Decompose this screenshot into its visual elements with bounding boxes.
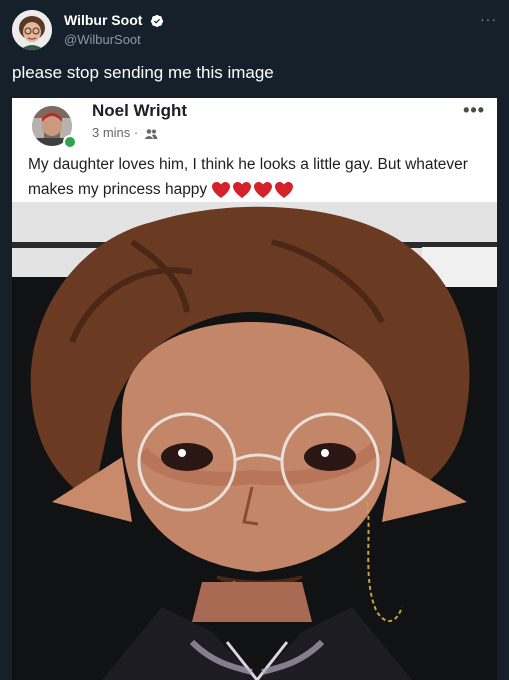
character-drawing [12, 202, 497, 680]
verified-badge-icon [150, 14, 163, 27]
fb-author-name: Noel Wright [92, 101, 188, 120]
avatar[interactable] [12, 10, 52, 50]
tweet-text: please stop sending me this image [12, 63, 274, 82]
display-name[interactable]: Wilbur Soot [64, 12, 142, 29]
fb-more-icon: ••• [463, 100, 485, 120]
fb-post-meta: 3 mins · [92, 125, 158, 140]
tweet-header: Wilbur Soot @WilburSoot ··· [12, 10, 497, 50]
tweet-media[interactable]: Noel Wright 3 mins · ••• My daughter lov… [12, 98, 497, 680]
handle: @WilburSoot [64, 32, 141, 47]
heart-emoji-icon [211, 181, 293, 198]
fb-timestamp: 3 mins · [92, 125, 139, 140]
more-dots-icon[interactable]: ··· [480, 12, 497, 26]
friends-icon [144, 128, 158, 139]
facebook-post-screenshot: Noel Wright 3 mins · ••• My daughter lov… [12, 98, 497, 210]
avatar-illustration [12, 10, 52, 50]
fb-post-text: My daughter loves him, I think he looks … [28, 152, 493, 202]
online-indicator [63, 135, 77, 149]
author-block[interactable]: Wilbur Soot @WilburSoot [64, 12, 164, 48]
